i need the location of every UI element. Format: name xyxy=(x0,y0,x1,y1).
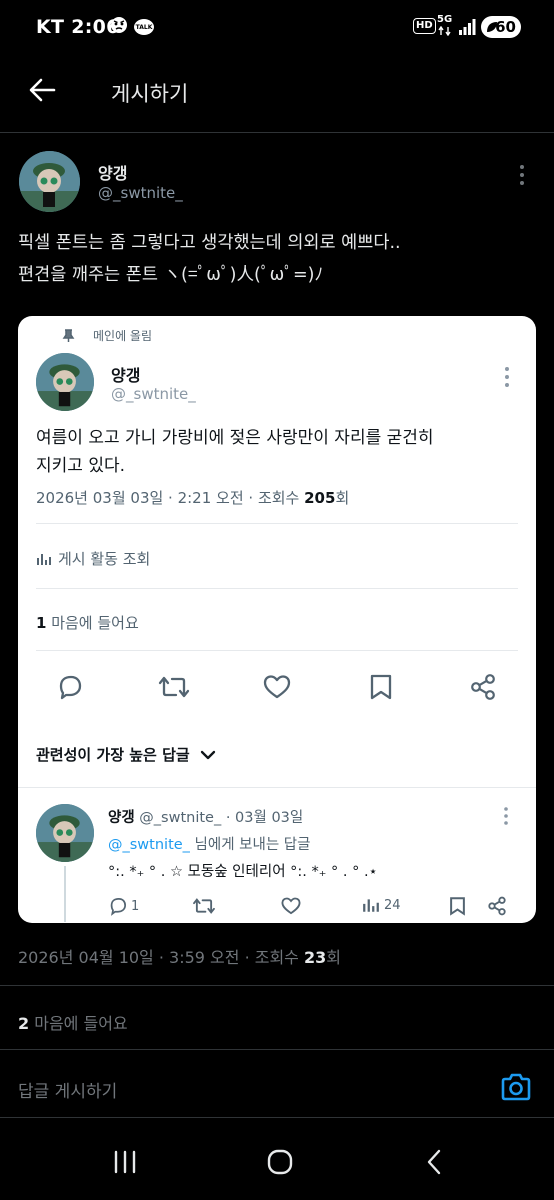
heart-icon xyxy=(263,675,291,699)
reply-mention-link[interactable]: @_swtnite_ xyxy=(108,837,190,853)
post-likes[interactable]: 2 마음에 들어요 xyxy=(18,1010,128,1034)
card-divider xyxy=(36,650,518,651)
reply-retweet-button[interactable] xyxy=(192,896,216,916)
card-divider xyxy=(36,588,518,589)
reply-date: · 03월 03일 xyxy=(221,810,304,826)
network-type: 5G xyxy=(437,14,453,25)
quoted-timestamp: 2026년 03월 03일 · 2:21 오전 · 조회수 205회 xyxy=(36,489,350,507)
header-divider xyxy=(0,132,554,133)
camera-button[interactable] xyxy=(500,1072,532,1102)
system-nav-bar xyxy=(0,1130,554,1200)
quoted-view-count: 205 xyxy=(304,489,336,507)
quoted-author-avatar[interactable] xyxy=(36,353,94,411)
page-title: 게시하기 xyxy=(111,82,189,106)
quoted-likes[interactable]: 1 마음에 들어요 xyxy=(36,612,139,633)
card-divider xyxy=(18,787,536,788)
chevron-left-icon xyxy=(427,1149,441,1175)
author-name[interactable]: 양갱 xyxy=(98,160,127,184)
analytics-icon xyxy=(363,899,379,912)
chevron-down-icon xyxy=(200,750,215,759)
post-timestamp: 2026년 04월 10일 · 3:59 오전 · 조회수 23회 xyxy=(18,948,341,967)
back-button[interactable] xyxy=(28,76,56,104)
battery-level: 60 xyxy=(495,18,516,36)
heart-icon xyxy=(281,897,301,915)
reply-author-avatar[interactable] xyxy=(36,804,94,862)
recent-apps-icon xyxy=(114,1150,136,1174)
hd-badge: HD xyxy=(413,18,436,34)
reply-header: 양갱 @_swtnite_ · 03월 03일 xyxy=(108,806,303,827)
bookmark-icon xyxy=(370,674,392,700)
more-vertical-icon xyxy=(505,367,509,387)
quoted-post-text: 여름이 오고 가니 가랑비에 젖은 사랑만이 자리를 굳건히 지키고 있다. xyxy=(36,428,434,476)
reply-icon xyxy=(110,897,127,916)
status-bar: KT 2:06 TALK HD 5G 60 xyxy=(0,0,554,56)
post-more-button[interactable] xyxy=(518,164,526,186)
recent-apps-button[interactable] xyxy=(112,1150,138,1174)
reply-to-line: @_swtnite_ 님에게 보내는 답글 xyxy=(108,837,311,853)
bookmark-icon xyxy=(450,897,465,916)
quoted-author-name[interactable]: 양갱 xyxy=(111,362,140,386)
analytics-icon xyxy=(37,553,51,565)
reply-like-button[interactable] xyxy=(280,896,302,916)
battery-indicator: 60 xyxy=(481,16,521,38)
divider xyxy=(0,985,554,986)
pinned-text: 메인에 올림 xyxy=(93,329,153,343)
like-button[interactable] xyxy=(262,673,292,701)
retweet-icon xyxy=(158,676,190,698)
camera-icon xyxy=(501,1073,531,1101)
data-arrows-icon xyxy=(438,26,452,36)
reply-sort-label: 관련성이 가장 높은 답글 xyxy=(36,746,190,764)
post-activity-link[interactable]: 게시 활동 조회 xyxy=(36,548,150,569)
author-avatar[interactable] xyxy=(19,151,80,212)
reply-bookmark-button[interactable] xyxy=(449,896,466,916)
leaf-icon xyxy=(487,22,497,32)
more-vertical-icon xyxy=(520,165,524,185)
system-back-button[interactable] xyxy=(424,1148,444,1176)
share-button[interactable] xyxy=(469,673,497,701)
author-handle[interactable]: @_swtnite_ xyxy=(98,184,183,202)
quoted-more-button[interactable] xyxy=(503,366,511,388)
reply-icon xyxy=(59,675,82,700)
retweet-button[interactable] xyxy=(158,673,190,701)
card-divider xyxy=(36,523,518,524)
reply-reply-button[interactable]: 1 xyxy=(108,896,139,916)
reply-sort-dropdown[interactable]: 관련성이 가장 높은 답글 xyxy=(36,744,216,765)
pinned-label: 메인에 올림 xyxy=(62,327,152,344)
more-vertical-icon xyxy=(504,807,508,825)
reply-text: °:. *₊ ° . ☆ 모동숲 인테리어 °:. *₊ ° . ° .⋆ xyxy=(108,864,378,880)
divider xyxy=(0,1049,554,1050)
reply-more-button[interactable] xyxy=(502,806,510,826)
quoted-author-handle[interactable]: @_swtnite_ xyxy=(111,385,196,403)
post-likes-count: 2 xyxy=(18,1014,30,1033)
angry-face-icon xyxy=(110,16,128,34)
home-button[interactable] xyxy=(266,1148,294,1176)
post-view-count: 23 xyxy=(304,948,327,967)
arrow-left-icon xyxy=(29,78,56,102)
reply-button[interactable] xyxy=(56,673,84,701)
retweet-icon xyxy=(193,898,215,914)
avatar-image xyxy=(36,804,94,862)
post-text: 픽셀 폰트는 좀 그렇다고 생각했는데 의외로 예쁘다.. 편견을 깨주는 폰트… xyxy=(18,233,401,285)
bookmark-button[interactable] xyxy=(369,673,393,701)
signal-icon xyxy=(458,18,476,36)
avatar-image xyxy=(19,151,80,212)
talk-icon: TALK xyxy=(134,19,154,35)
pin-icon xyxy=(62,328,75,342)
carrier-time: KT 2:06 xyxy=(36,16,120,38)
quoted-likes-count: 1 xyxy=(36,614,47,632)
avatar-image xyxy=(36,353,94,411)
share-icon xyxy=(471,674,495,700)
reply-author-name[interactable]: 양갱 xyxy=(108,810,135,826)
share-icon xyxy=(488,896,506,916)
reply-input[interactable]: 답글 게시하기 xyxy=(18,1077,117,1102)
reply-share-button[interactable] xyxy=(487,896,507,916)
thread-line xyxy=(64,866,66,922)
divider xyxy=(0,1117,554,1118)
reply-author-handle[interactable]: @_swtnite_ xyxy=(139,810,221,826)
home-icon xyxy=(267,1149,293,1175)
reply-views-button[interactable]: 24 xyxy=(362,896,401,914)
